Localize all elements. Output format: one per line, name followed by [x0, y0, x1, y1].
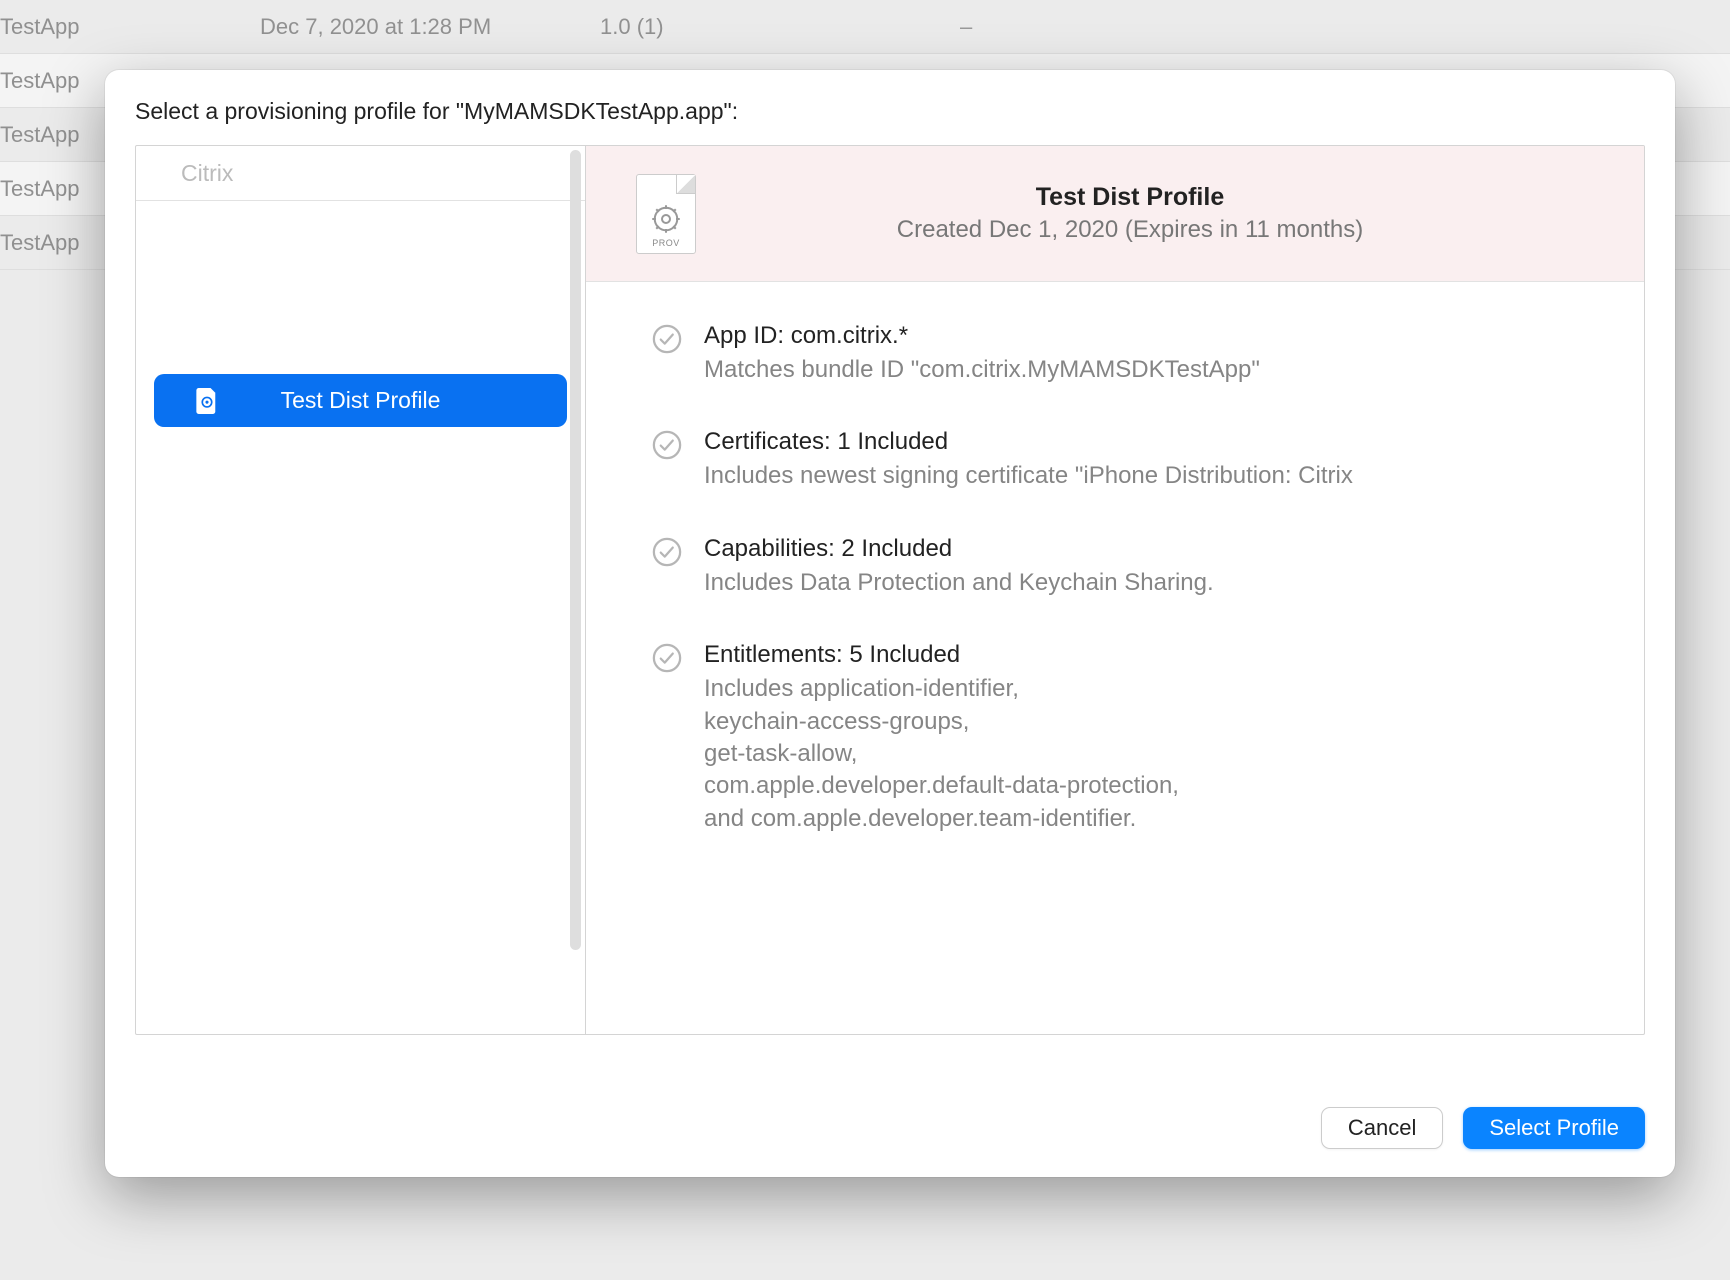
prov-file-badge: PROV	[652, 238, 680, 248]
dialog-title: Select a provisioning profile for "MyMAM…	[105, 70, 1675, 145]
dialog-footer: Cancel Select Profile	[105, 1079, 1675, 1177]
cancel-button[interactable]: Cancel	[1321, 1107, 1443, 1149]
entitlements-secondary: Includes application-identifier, keychai…	[704, 673, 1604, 835]
check-circle-icon	[652, 643, 682, 673]
sidebar-team-label: Citrix	[136, 146, 585, 201]
provisioning-profile-dialog: Select a provisioning profile for "MyMAM…	[105, 70, 1675, 1177]
gear-icon	[651, 204, 681, 234]
check-circle-icon	[652, 430, 682, 460]
capabilities-primary: Capabilities: 2 Included	[704, 535, 1604, 563]
profile-sidebar: Citrix Test Dist Profile	[136, 146, 586, 1034]
profile-list-item-selected[interactable]: Test Dist Profile	[154, 374, 567, 427]
profile-subtitle: Created Dec 1, 2020 (Expires in 11 month…	[736, 216, 1524, 244]
check-circle-icon	[652, 537, 682, 567]
check-circle-icon	[652, 324, 682, 354]
select-profile-button[interactable]: Select Profile	[1463, 1107, 1645, 1149]
scrollbar-thumb[interactable]	[570, 150, 581, 950]
app-id-secondary: Matches bundle ID "com.citrix.MyMAMSDKTe…	[704, 354, 1604, 386]
detail-header: PROV Test Dist Profile Created Dec 1, 20…	[586, 146, 1644, 282]
provisioning-file-icon: PROV	[636, 174, 696, 254]
detail-content: App ID: com.citrix.* Matches bundle ID "…	[586, 282, 1644, 835]
info-app-id: App ID: com.citrix.* Matches bundle ID "…	[652, 322, 1604, 386]
profile-list-item-label: Test Dist Profile	[281, 387, 441, 414]
certificates-primary: Certificates: 1 Included	[704, 428, 1604, 456]
info-entitlements: Entitlements: 5 Included Includes applic…	[652, 641, 1604, 835]
provisioning-doc-icon	[196, 388, 218, 414]
profile-title: Test Dist Profile	[736, 183, 1524, 212]
capabilities-secondary: Includes Data Protection and Keychain Sh…	[704, 567, 1604, 599]
info-capabilities: Capabilities: 2 Included Includes Data P…	[652, 535, 1604, 599]
app-id-primary: App ID: com.citrix.*	[704, 322, 1604, 350]
certificates-secondary: Includes newest signing certificate "iPh…	[704, 460, 1604, 492]
profile-detail: PROV Test Dist Profile Created Dec 1, 20…	[586, 146, 1644, 1034]
info-certificates: Certificates: 1 Included Includes newest…	[652, 428, 1604, 492]
dialog-body: Citrix Test Dist Profile	[135, 145, 1645, 1035]
entitlements-primary: Entitlements: 5 Included	[704, 641, 1604, 669]
detail-header-text: Test Dist Profile Created Dec 1, 2020 (E…	[736, 183, 1524, 244]
